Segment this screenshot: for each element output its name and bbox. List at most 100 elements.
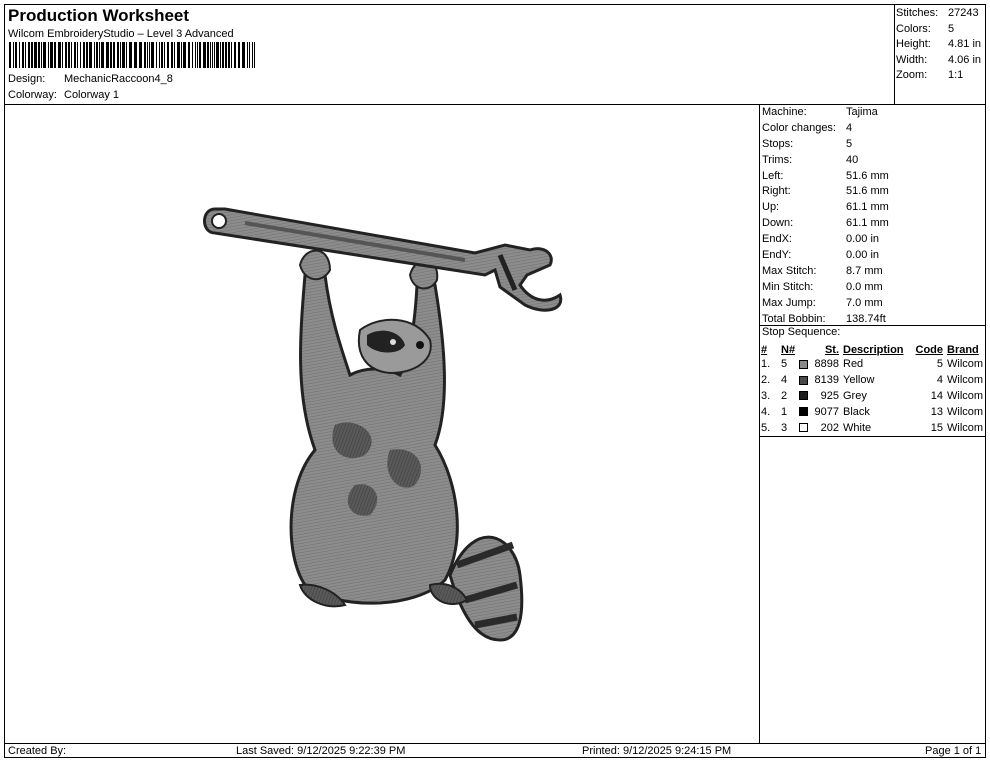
row-needle: 3 [781,421,788,434]
detail-value: 8.7 mm [846,264,883,277]
row-needle: 4 [781,373,788,386]
barcode-bar [151,42,154,68]
detail-row: Down: 61.1 mm [762,216,986,232]
row-brand: Wilcom [947,358,984,370]
barcode-bar [203,42,206,68]
row-needle: 5 [781,358,788,370]
color-swatch [799,423,808,433]
barcode-bar [225,42,227,68]
barcode-bar [74,42,76,68]
barcode-bar [252,42,253,68]
col-code: Code [915,343,944,356]
col-st: St. [824,343,839,356]
summary-value: 27243 [948,7,979,19]
detail-label: Min Stitch: [762,280,814,293]
summary-value: 1:1 [948,69,964,82]
row-brand: Wilcom [947,405,984,418]
design-value: MechanicRaccoon4_8 [64,73,173,85]
barcode-bar [171,42,173,68]
summary-label: Colors: [896,22,931,35]
barcode-bar [129,42,132,68]
summary-value: 4.81 in [948,38,982,51]
barcode-bar [96,42,98,68]
row-description: Grey [843,389,867,402]
detail-value: 61.1 mm [846,201,889,214]
detail-value: 51.6 mm [846,169,889,182]
detail-label: Trims: [762,153,793,166]
barcode-bar [216,42,219,68]
barcode-bar [80,42,81,68]
detail-value: Tajima [846,106,878,118]
color-swatch [799,375,808,385]
detail-row: Machine: Tajima [762,105,986,121]
color-swatch [799,391,808,401]
worksheet-title: Production Worksheet [8,6,190,25]
barcode-bar [117,42,119,68]
barcode-bar [174,42,175,68]
summary-value: 5 [948,22,955,35]
barcode-bar [214,42,215,68]
barcode-bar [86,42,88,68]
detail-label: Up: [762,201,780,214]
barcode-bar [99,42,100,68]
barcode-bar [220,42,221,68]
barcode-bar [147,42,148,68]
row-st: 8898 [814,358,839,370]
col-num: # [761,343,768,356]
barcode-bar [249,42,250,68]
barcode-bar [122,42,125,68]
summary-row: Stitches: 27243 [896,6,988,22]
table-row: 5. 3 202 White 15 Wilcom [761,421,983,437]
color-swatch [799,359,808,369]
col-description: Description [843,343,904,356]
detail-label: Max Stitch: [762,264,817,277]
barcode-bar [210,42,211,68]
summary-value: 4.06 in [948,53,982,66]
row-st: 925 [820,389,839,402]
barcode-bar [195,42,196,68]
detail-value: 138.74ft [846,312,886,325]
detail-row: Up: 61.1 mm [762,200,986,216]
barcode-bar [110,42,112,68]
barcode-bar [83,42,85,68]
barcode-bar [101,42,104,68]
row-st: 202 [820,421,839,434]
barcode-bar [144,42,146,68]
detail-label: Max Jump: [762,296,816,309]
row-st: 9077 [814,405,839,418]
table-row: 1. 5 8898 Red 5 Wilcom [761,357,983,373]
barcode-bar [71,42,72,68]
barcode-bar [188,42,190,68]
barcode-bar [89,42,92,68]
row-index: 3. [761,389,771,402]
detail-label: Left: [762,169,784,182]
barcode-bar [25,42,26,68]
barcode-bar [197,42,198,68]
summary-label: Height: [896,38,931,51]
detail-row: Max Jump: 7.0 mm [762,296,986,312]
col-swatch [799,342,813,357]
detail-row: Right: 51.6 mm [762,184,986,200]
barcode-bar [9,42,11,68]
summary-row: Colors: 5 [896,22,988,38]
detail-label: Stops: [762,137,794,150]
barcode-bar [34,42,37,68]
barcode-bar [159,42,160,68]
barcode-bar [254,42,255,68]
summary-row: Width: 4.06 in [896,53,988,69]
summary-label: Width: [896,53,928,66]
row-description: Yellow [843,373,875,386]
detail-label: EndY: [762,249,792,262]
row-index: 2. [761,373,771,386]
detail-value: 61.1 mm [846,217,889,230]
barcode-bar [183,42,186,68]
colorway-label: Colorway: [8,89,57,101]
detail-label: Machine: [762,106,807,118]
table-row: 2. 4 8139 Yellow 4 Wilcom [761,373,983,389]
software-name: Wilcom EmbroideryStudio – Level 3 Advanc… [8,28,234,40]
row-index: 5. [761,421,771,434]
last-saved: Last Saved: 9/12/2025 9:22:39 PM [236,745,406,757]
raccoon-embroidery [289,249,524,642]
summary-label: Stitches: [896,7,939,19]
summary-row: Zoom: 1:1 [896,68,988,84]
